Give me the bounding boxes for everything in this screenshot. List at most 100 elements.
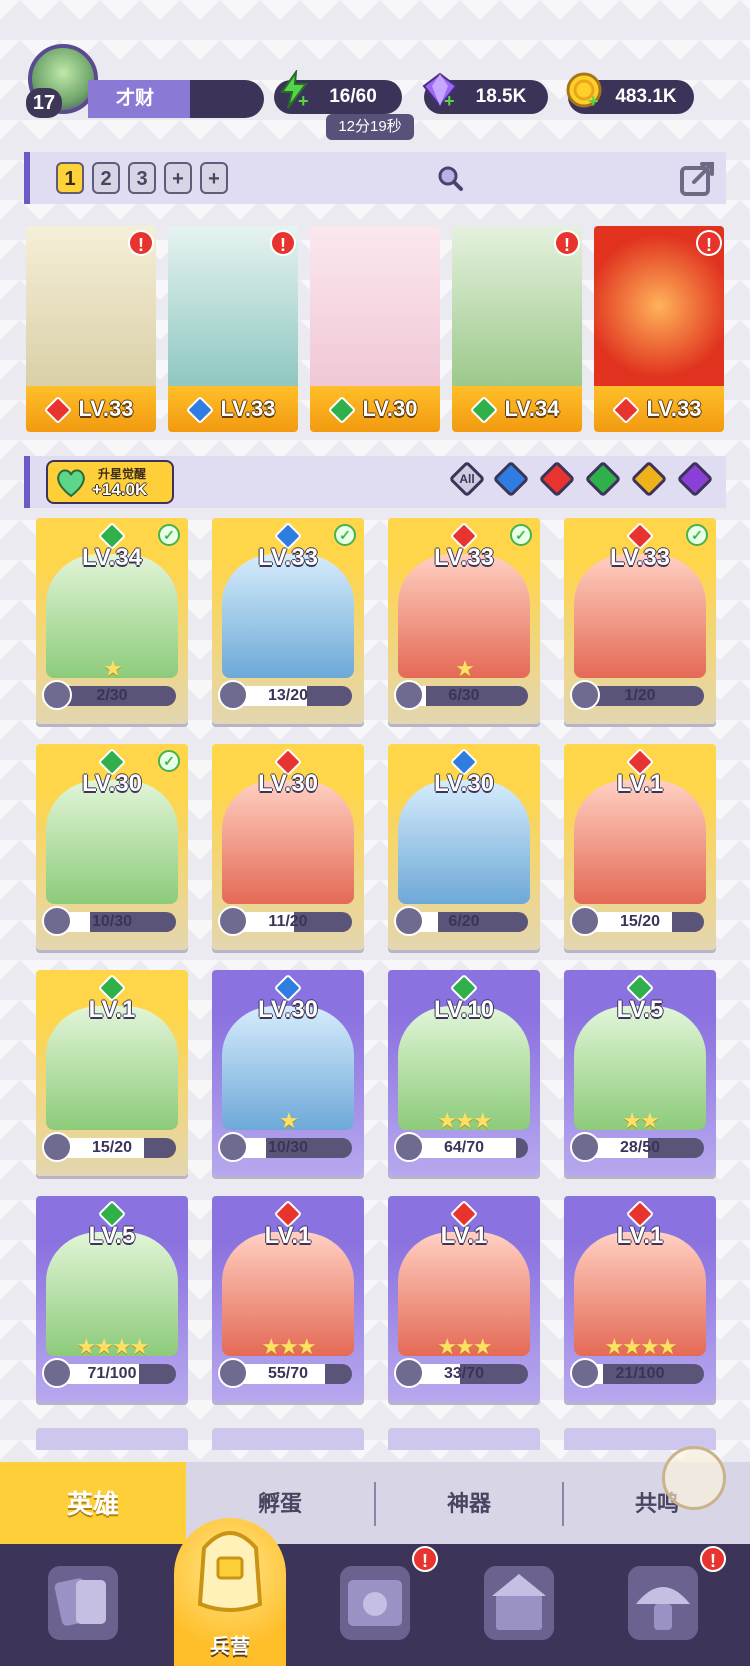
- tab-artifact[interactable]: 神器: [376, 1462, 562, 1544]
- gold-value: 483.1K: [615, 86, 677, 107]
- gem-plus-icon[interactable]: +: [444, 92, 458, 110]
- hero-card[interactable]: LV.1 ★★★★ 21/100: [564, 1196, 716, 1402]
- temple-icon[interactable]: [484, 1566, 554, 1640]
- hero-level: LV.34: [81, 544, 143, 571]
- hero-level: LV.30: [257, 770, 319, 797]
- check-icon: ✓: [158, 750, 180, 772]
- fire-element-icon: [44, 396, 73, 425]
- hero-level: LV.1: [264, 1222, 312, 1249]
- hero-portrait: [222, 780, 354, 904]
- alert-icon: !: [270, 230, 296, 256]
- nav-alert-icon: !: [700, 1546, 726, 1572]
- barracks-nav-label: 兵营: [210, 1636, 250, 1658]
- hero-level: LV.30: [81, 770, 143, 797]
- tab-heroes[interactable]: 英雄: [0, 1462, 186, 1544]
- team-card-5[interactable]: LV.33 !: [594, 226, 724, 432]
- hero-level: LV.1: [88, 996, 136, 1023]
- hero-card[interactable]: LV.5 ★★★★ 71/100: [36, 1196, 188, 1402]
- hero-card-partial: [388, 1428, 540, 1450]
- hero-portrait: [574, 780, 706, 904]
- hero-card[interactable]: LV.5 ★★ 28/50: [564, 970, 716, 1176]
- energy-timer: 12分19秒: [326, 114, 414, 140]
- energy-icon: +: [274, 68, 314, 110]
- team-card-1[interactable]: LV.33 !: [26, 226, 156, 432]
- team-tab-add-1[interactable]: +: [164, 162, 192, 194]
- star-rating: ★★★: [261, 1334, 316, 1359]
- hero-card[interactable]: ✓ LV.30 10/30: [36, 744, 188, 950]
- hero-shard-icon: [42, 680, 72, 710]
- gold-plus-icon[interactable]: +: [588, 92, 602, 110]
- hero-level: LV.33: [433, 544, 495, 571]
- team-card-3[interactable]: LV.30: [310, 226, 440, 432]
- search-icon[interactable]: [436, 164, 464, 192]
- gem-icon: +: [420, 70, 460, 110]
- team-tab-1[interactable]: 1: [56, 162, 84, 194]
- team-card-level: LV.30: [310, 386, 440, 432]
- hero-portrait: [310, 226, 440, 386]
- hero-shard-icon: [394, 1132, 424, 1162]
- fire-element-icon: [612, 396, 641, 425]
- star-awaken-badge[interactable]: 升星觉醒 +14.0K: [46, 460, 174, 504]
- hero-card[interactable]: ✓ LV.33 ★ 6/30: [388, 518, 540, 724]
- gem-value: 18.5K: [475, 86, 527, 107]
- alert-icon: !: [554, 230, 580, 256]
- player-name: 才财: [88, 80, 264, 118]
- floating-magic-button[interactable]: [662, 1446, 726, 1510]
- hero-level: LV.1: [616, 770, 664, 797]
- hero-card-partial: [212, 1428, 364, 1450]
- hero-shard-icon: [42, 1132, 72, 1162]
- hero-level: LV.1: [616, 1222, 664, 1249]
- hero-shard-icon: [570, 1132, 600, 1162]
- hero-portrait: [222, 554, 354, 678]
- hero-level: LV.30: [433, 770, 495, 797]
- mushroom-icon[interactable]: [628, 1566, 698, 1640]
- star-rating: ★: [455, 656, 475, 681]
- energy-value: 16/60: [329, 86, 377, 107]
- hero-card[interactable]: LV.1 15/20: [36, 970, 188, 1176]
- player-level-badge: 17: [26, 88, 62, 118]
- hero-card[interactable]: LV.1 ★★★ 55/70: [212, 1196, 364, 1402]
- team-card-level: LV.33: [168, 386, 298, 432]
- team-tab-add-2[interactable]: +: [200, 162, 228, 194]
- wind-element-icon: [470, 396, 499, 425]
- star-rating: ★★★: [437, 1334, 492, 1359]
- team-tab-3[interactable]: 3: [128, 162, 156, 194]
- team-card-4[interactable]: LV.34 !: [452, 226, 582, 432]
- hero-shard-icon: [218, 906, 248, 936]
- hero-portrait: [46, 780, 178, 904]
- hero-card[interactable]: LV.1 15/20: [564, 744, 716, 950]
- hero-shard-icon: [218, 1132, 248, 1162]
- team-card-2[interactable]: LV.33 !: [168, 226, 298, 432]
- hero-card[interactable]: LV.10 ★★★ 64/70: [388, 970, 540, 1176]
- hero-shard-icon: [570, 1358, 600, 1388]
- wind-element-icon: [328, 396, 357, 425]
- hero-card[interactable]: LV.30 6/20: [388, 744, 540, 950]
- share-icon[interactable]: [678, 156, 720, 198]
- hero-card[interactable]: LV.1 ★★★ 33/70: [388, 1196, 540, 1402]
- cards-icon[interactable]: [48, 1566, 118, 1640]
- hero-card[interactable]: LV.30 ★ 10/30: [212, 970, 364, 1176]
- gold-coin-icon: +: [564, 70, 604, 110]
- star-rating: ★★★★: [76, 1334, 150, 1359]
- hero-shard-icon: [42, 1358, 72, 1388]
- hero-card[interactable]: ✓ LV.34 ★ 2/30: [36, 518, 188, 724]
- hero-card[interactable]: ✓ LV.33 13/20: [212, 518, 364, 724]
- team-tab-2[interactable]: 2: [92, 162, 120, 194]
- hero-card[interactable]: LV.30 11/20: [212, 744, 364, 950]
- hero-card[interactable]: ✓ LV.33 1/20: [564, 518, 716, 724]
- hero-portrait: [398, 780, 530, 904]
- map-book-icon[interactable]: [340, 1566, 410, 1640]
- hero-level: LV.33: [609, 544, 671, 571]
- hero-level: LV.1: [440, 1222, 488, 1249]
- star-rating: ★★★: [437, 1108, 492, 1133]
- energy-plus-icon[interactable]: +: [298, 92, 312, 110]
- check-icon: ✓: [510, 524, 532, 546]
- hero-level: LV.5: [88, 1222, 136, 1249]
- water-element-icon: [186, 396, 215, 425]
- hero-portrait: [46, 1006, 178, 1130]
- hero-level: LV.30: [257, 996, 319, 1023]
- hero-shard-icon: [570, 906, 600, 936]
- hero-shard-icon: [394, 906, 424, 936]
- check-icon: ✓: [158, 524, 180, 546]
- heart-icon: [54, 468, 88, 498]
